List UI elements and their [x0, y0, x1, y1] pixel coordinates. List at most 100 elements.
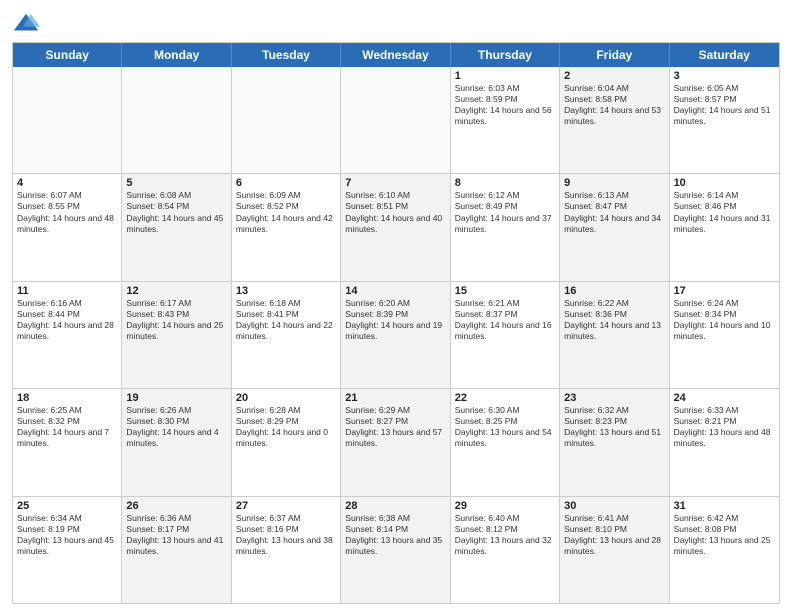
cal-cell-27: 27Sunrise: 6:37 AM Sunset: 8:16 PM Dayli… [232, 497, 341, 603]
cal-cell-23: 23Sunrise: 6:32 AM Sunset: 8:23 PM Dayli… [560, 389, 669, 495]
day-number: 25 [17, 500, 117, 512]
calendar-row-3: 18Sunrise: 6:25 AM Sunset: 8:32 PM Dayli… [13, 389, 779, 496]
cell-info: Sunrise: 6:22 AM Sunset: 8:36 PM Dayligh… [564, 298, 664, 342]
header [12, 10, 780, 38]
cal-cell-30: 30Sunrise: 6:41 AM Sunset: 8:10 PM Dayli… [560, 497, 669, 603]
cell-info: Sunrise: 6:16 AM Sunset: 8:44 PM Dayligh… [17, 298, 117, 342]
cell-info: Sunrise: 6:21 AM Sunset: 8:37 PM Dayligh… [455, 298, 555, 342]
calendar-row-1: 4Sunrise: 6:07 AM Sunset: 8:55 PM Daylig… [13, 174, 779, 281]
day-number: 10 [674, 177, 775, 189]
cal-cell-21: 21Sunrise: 6:29 AM Sunset: 8:27 PM Dayli… [341, 389, 450, 495]
day-number: 8 [455, 177, 555, 189]
page: SundayMondayTuesdayWednesdayThursdayFrid… [0, 0, 792, 612]
cell-info: Sunrise: 6:25 AM Sunset: 8:32 PM Dayligh… [17, 405, 117, 449]
cell-info: Sunrise: 6:28 AM Sunset: 8:29 PM Dayligh… [236, 405, 336, 449]
cell-info: Sunrise: 6:41 AM Sunset: 8:10 PM Dayligh… [564, 513, 664, 557]
day-number: 15 [455, 285, 555, 297]
day-number: 14 [345, 285, 445, 297]
cell-info: Sunrise: 6:29 AM Sunset: 8:27 PM Dayligh… [345, 405, 445, 449]
cell-info: Sunrise: 6:08 AM Sunset: 8:54 PM Dayligh… [126, 190, 226, 234]
day-number: 29 [455, 500, 555, 512]
day-number: 28 [345, 500, 445, 512]
cell-info: Sunrise: 6:42 AM Sunset: 8:08 PM Dayligh… [674, 513, 775, 557]
cal-cell-17: 17Sunrise: 6:24 AM Sunset: 8:34 PM Dayli… [670, 282, 779, 388]
cell-info: Sunrise: 6:36 AM Sunset: 8:17 PM Dayligh… [126, 513, 226, 557]
cell-info: Sunrise: 6:38 AM Sunset: 8:14 PM Dayligh… [345, 513, 445, 557]
cal-cell-8: 8Sunrise: 6:12 AM Sunset: 8:49 PM Daylig… [451, 174, 560, 280]
cal-cell-15: 15Sunrise: 6:21 AM Sunset: 8:37 PM Dayli… [451, 282, 560, 388]
cell-info: Sunrise: 6:13 AM Sunset: 8:47 PM Dayligh… [564, 190, 664, 234]
header-day-tuesday: Tuesday [232, 43, 341, 67]
day-number: 4 [17, 177, 117, 189]
cell-info: Sunrise: 6:12 AM Sunset: 8:49 PM Dayligh… [455, 190, 555, 234]
cal-cell-empty-0-1 [122, 67, 231, 173]
day-number: 22 [455, 392, 555, 404]
cal-cell-22: 22Sunrise: 6:30 AM Sunset: 8:25 PM Dayli… [451, 389, 560, 495]
cell-info: Sunrise: 6:10 AM Sunset: 8:51 PM Dayligh… [345, 190, 445, 234]
cal-cell-empty-0-0 [13, 67, 122, 173]
logo-icon [12, 10, 40, 38]
cal-cell-28: 28Sunrise: 6:38 AM Sunset: 8:14 PM Dayli… [341, 497, 450, 603]
cal-cell-6: 6Sunrise: 6:09 AM Sunset: 8:52 PM Daylig… [232, 174, 341, 280]
cal-cell-11: 11Sunrise: 6:16 AM Sunset: 8:44 PM Dayli… [13, 282, 122, 388]
day-number: 6 [236, 177, 336, 189]
day-number: 21 [345, 392, 445, 404]
cell-info: Sunrise: 6:17 AM Sunset: 8:43 PM Dayligh… [126, 298, 226, 342]
logo [12, 10, 44, 38]
cell-info: Sunrise: 6:37 AM Sunset: 8:16 PM Dayligh… [236, 513, 336, 557]
cal-cell-18: 18Sunrise: 6:25 AM Sunset: 8:32 PM Dayli… [13, 389, 122, 495]
cal-cell-12: 12Sunrise: 6:17 AM Sunset: 8:43 PM Dayli… [122, 282, 231, 388]
cal-cell-16: 16Sunrise: 6:22 AM Sunset: 8:36 PM Dayli… [560, 282, 669, 388]
cal-cell-19: 19Sunrise: 6:26 AM Sunset: 8:30 PM Dayli… [122, 389, 231, 495]
cell-info: Sunrise: 6:14 AM Sunset: 8:46 PM Dayligh… [674, 190, 775, 234]
calendar-row-0: 1Sunrise: 6:03 AM Sunset: 8:59 PM Daylig… [13, 67, 779, 174]
day-number: 7 [345, 177, 445, 189]
day-number: 11 [17, 285, 117, 297]
cal-cell-29: 29Sunrise: 6:40 AM Sunset: 8:12 PM Dayli… [451, 497, 560, 603]
day-number: 27 [236, 500, 336, 512]
cell-info: Sunrise: 6:18 AM Sunset: 8:41 PM Dayligh… [236, 298, 336, 342]
cell-info: Sunrise: 6:24 AM Sunset: 8:34 PM Dayligh… [674, 298, 775, 342]
calendar-header: SundayMondayTuesdayWednesdayThursdayFrid… [13, 43, 779, 67]
cell-info: Sunrise: 6:07 AM Sunset: 8:55 PM Dayligh… [17, 190, 117, 234]
cal-cell-5: 5Sunrise: 6:08 AM Sunset: 8:54 PM Daylig… [122, 174, 231, 280]
day-number: 13 [236, 285, 336, 297]
header-day-sunday: Sunday [13, 43, 122, 67]
cal-cell-1: 1Sunrise: 6:03 AM Sunset: 8:59 PM Daylig… [451, 67, 560, 173]
day-number: 9 [564, 177, 664, 189]
cal-cell-20: 20Sunrise: 6:28 AM Sunset: 8:29 PM Dayli… [232, 389, 341, 495]
cell-info: Sunrise: 6:26 AM Sunset: 8:30 PM Dayligh… [126, 405, 226, 449]
day-number: 12 [126, 285, 226, 297]
cal-cell-26: 26Sunrise: 6:36 AM Sunset: 8:17 PM Dayli… [122, 497, 231, 603]
day-number: 23 [564, 392, 664, 404]
cal-cell-14: 14Sunrise: 6:20 AM Sunset: 8:39 PM Dayli… [341, 282, 450, 388]
calendar-body: 1Sunrise: 6:03 AM Sunset: 8:59 PM Daylig… [13, 67, 779, 603]
header-day-wednesday: Wednesday [341, 43, 450, 67]
cell-info: Sunrise: 6:03 AM Sunset: 8:59 PM Dayligh… [455, 83, 555, 127]
cell-info: Sunrise: 6:32 AM Sunset: 8:23 PM Dayligh… [564, 405, 664, 449]
cell-info: Sunrise: 6:09 AM Sunset: 8:52 PM Dayligh… [236, 190, 336, 234]
cal-cell-25: 25Sunrise: 6:34 AM Sunset: 8:19 PM Dayli… [13, 497, 122, 603]
header-day-friday: Friday [560, 43, 669, 67]
day-number: 16 [564, 285, 664, 297]
day-number: 20 [236, 392, 336, 404]
day-number: 1 [455, 70, 555, 82]
cell-info: Sunrise: 6:30 AM Sunset: 8:25 PM Dayligh… [455, 405, 555, 449]
cal-cell-7: 7Sunrise: 6:10 AM Sunset: 8:51 PM Daylig… [341, 174, 450, 280]
calendar-row-2: 11Sunrise: 6:16 AM Sunset: 8:44 PM Dayli… [13, 282, 779, 389]
cell-info: Sunrise: 6:05 AM Sunset: 8:57 PM Dayligh… [674, 83, 775, 127]
cell-info: Sunrise: 6:34 AM Sunset: 8:19 PM Dayligh… [17, 513, 117, 557]
day-number: 19 [126, 392, 226, 404]
day-number: 31 [674, 500, 775, 512]
cal-cell-13: 13Sunrise: 6:18 AM Sunset: 8:41 PM Dayli… [232, 282, 341, 388]
day-number: 24 [674, 392, 775, 404]
cal-cell-2: 2Sunrise: 6:04 AM Sunset: 8:58 PM Daylig… [560, 67, 669, 173]
cal-cell-24: 24Sunrise: 6:33 AM Sunset: 8:21 PM Dayli… [670, 389, 779, 495]
cal-cell-4: 4Sunrise: 6:07 AM Sunset: 8:55 PM Daylig… [13, 174, 122, 280]
cell-info: Sunrise: 6:40 AM Sunset: 8:12 PM Dayligh… [455, 513, 555, 557]
day-number: 17 [674, 285, 775, 297]
cell-info: Sunrise: 6:33 AM Sunset: 8:21 PM Dayligh… [674, 405, 775, 449]
cell-info: Sunrise: 6:04 AM Sunset: 8:58 PM Dayligh… [564, 83, 664, 127]
cal-cell-3: 3Sunrise: 6:05 AM Sunset: 8:57 PM Daylig… [670, 67, 779, 173]
header-day-saturday: Saturday [670, 43, 779, 67]
